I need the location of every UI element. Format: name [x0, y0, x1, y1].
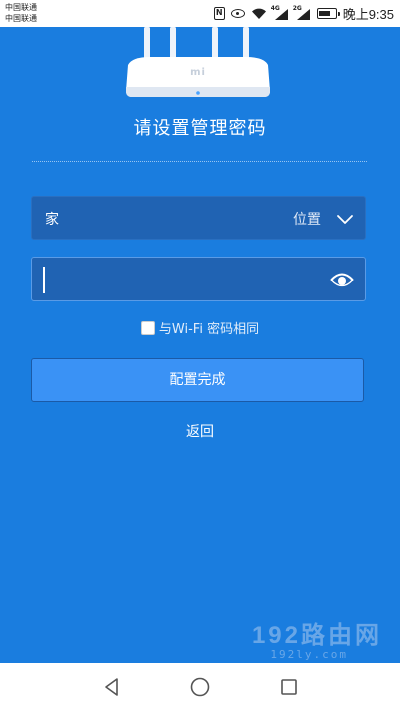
- network-type-2: 2G: [292, 4, 302, 12]
- password-field[interactable]: [31, 257, 366, 301]
- recent-apps-square-icon[interactable]: [277, 675, 301, 699]
- back-triangle-icon[interactable]: [100, 675, 124, 699]
- router-illustration: mi: [120, 27, 276, 99]
- same-as-wifi-row[interactable]: 与Wi-Fi 密码相同: [0, 318, 400, 337]
- watermark: 192路由网 192ly.com: [252, 615, 382, 661]
- network-type-1: 4G: [270, 4, 280, 12]
- watermark-main: 192路由网: [251, 622, 382, 649]
- location-value: 家: [45, 212, 59, 228]
- signal-icon-2: 2G: [292, 4, 311, 20]
- carrier-1: 中国联通: [5, 3, 37, 12]
- location-label: 位置: [293, 212, 321, 228]
- show-password-eye-icon[interactable]: [330, 271, 354, 289]
- navigation-bar: [0, 663, 400, 711]
- router-logo: mi: [190, 67, 206, 78]
- location-select[interactable]: 家 位置: [31, 196, 366, 240]
- finish-setup-button[interactable]: 配置完成: [31, 358, 364, 402]
- password-input[interactable]: [42, 266, 322, 294]
- nfc-icon: N: [213, 7, 225, 20]
- chevron-down-icon: [337, 215, 353, 224]
- back-link[interactable]: 返回: [0, 421, 400, 441]
- status-bar: 中国联通 中国联通 N 4G 2G 晚上9:35: [0, 0, 400, 27]
- page-title: 请设置管理密码: [133, 118, 267, 139]
- carrier-2: 中国联通: [5, 14, 37, 23]
- clock: 晚上9:35: [342, 7, 394, 22]
- same-as-wifi-checkbox[interactable]: [140, 320, 155, 335]
- status-icons: N 4G 2G 晚上9:35: [213, 4, 394, 23]
- same-as-wifi-label: 与Wi-Fi 密码相同: [158, 322, 260, 337]
- divider: [32, 161, 367, 162]
- battery-icon: [316, 8, 340, 19]
- signal-icon-1: 4G: [270, 4, 289, 20]
- text-cursor: [43, 267, 45, 293]
- home-circle-icon[interactable]: [188, 675, 212, 699]
- wifi-icon: [251, 8, 267, 20]
- eye-comfort-icon: [230, 9, 245, 18]
